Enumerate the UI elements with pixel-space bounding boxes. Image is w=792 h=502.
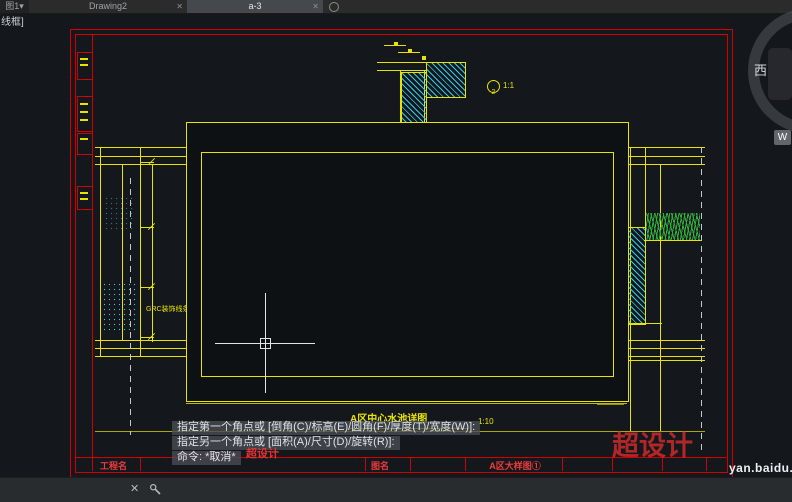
customize-icon[interactable] xyxy=(149,483,162,496)
cad-line xyxy=(627,356,705,357)
tab-drawing2[interactable]: Drawing2 ✕ xyxy=(29,0,188,13)
dim-tick xyxy=(422,56,426,60)
titleblock-divider xyxy=(706,458,707,471)
concrete-hatch xyxy=(104,196,136,232)
strip-mark xyxy=(80,192,88,194)
command-history-line: 命令: *取消* xyxy=(172,451,241,465)
detail-scale: 1:1 xyxy=(503,81,515,90)
compass-watermark: 西 xyxy=(754,63,768,78)
cad-line xyxy=(660,164,661,431)
command-history: 指定第一个角点或 [倒角(C)/标高(E)/圆角(F)/厚度(T)/宽度(W)]… xyxy=(172,421,481,466)
planting-symbol xyxy=(646,213,700,240)
cad-line xyxy=(644,240,702,241)
dim-line xyxy=(140,227,154,228)
command-history-line: 指定第一个角点或 [倒角(C)/标高(E)/圆角(F)/厚度(T)/宽度(W)]… xyxy=(172,421,481,435)
stamp-watermark-large: 超设计 xyxy=(612,431,693,461)
tab-label: a-3 xyxy=(248,1,262,11)
dim-line xyxy=(384,45,406,46)
cad-line xyxy=(627,348,705,349)
strip-mark xyxy=(80,64,88,66)
strip-mark xyxy=(80,58,88,60)
titleblock-divider xyxy=(140,458,141,471)
centerline xyxy=(130,178,131,435)
w-badge-watermark: W xyxy=(774,130,791,145)
concrete-hatch xyxy=(102,282,138,334)
titleblock-sheet-name: A区大样图① xyxy=(489,461,541,471)
cad-line xyxy=(627,340,705,341)
strip-box xyxy=(77,133,93,155)
dim-chain xyxy=(152,164,153,342)
tab-overflow[interactable]: 图1▾ xyxy=(0,0,29,13)
drawing-scale: 1:10 xyxy=(478,417,494,426)
add-tab-icon[interactable] xyxy=(329,2,339,12)
strip-mark xyxy=(80,198,88,200)
cad-application-window: 图1▾ Drawing2 ✕ a-3 ✕ 线框] 2 1:1 GRC装饰线条 A… xyxy=(0,0,792,502)
cad-line xyxy=(377,62,431,63)
strip-mark xyxy=(80,111,88,113)
wall-hatch xyxy=(401,72,427,124)
command-bar: ✕ ❯ ▾ xyxy=(0,477,792,502)
close-icon[interactable]: ✕ xyxy=(312,0,319,13)
tab-overflow-label: 图1 xyxy=(5,1,20,11)
logo-watermark-glyph xyxy=(768,48,792,100)
dim-line xyxy=(140,162,154,163)
strip-mark xyxy=(80,138,88,140)
strip-mark xyxy=(80,119,88,121)
close-icon[interactable]: ✕ xyxy=(176,0,183,13)
tab-a3-active[interactable]: a-3 ✕ xyxy=(187,0,323,13)
file-tab-bar: 图1▾ Drawing2 ✕ a-3 ✕ xyxy=(0,0,792,14)
stamp-watermark-small: 超设计 xyxy=(246,448,279,460)
strip-mark xyxy=(80,103,88,105)
pickbox xyxy=(260,338,271,349)
command-history-line: 指定另一个角点或 [面积(A)/尺寸(D)/旋转(R)]: xyxy=(172,436,400,450)
cad-line xyxy=(627,360,705,361)
centerline xyxy=(701,147,702,455)
tab-label: Drawing2 xyxy=(88,1,128,11)
dim-line xyxy=(140,337,154,338)
cad-line xyxy=(377,70,427,71)
cad-line xyxy=(100,147,101,357)
note-stub xyxy=(597,404,624,405)
drawing-canvas[interactable]: 2 1:1 GRC装饰线条 A区中心水池详图 1:10 工程名 图名 A区大样图… xyxy=(0,13,792,478)
titleblock-divider xyxy=(562,458,563,471)
detail-marker-circle: 2 xyxy=(487,80,500,96)
close-commandline-icon[interactable]: ✕ xyxy=(130,483,139,496)
cad-line xyxy=(140,147,141,357)
chevron-down-icon: ▾ xyxy=(19,1,24,11)
cad-line xyxy=(186,403,627,404)
cad-line xyxy=(627,156,705,157)
url-watermark: yan.baidu.c xyxy=(729,461,792,475)
grc-note-label: GRC装饰线条 xyxy=(146,306,190,313)
dim-line xyxy=(140,287,154,288)
wall-hatch xyxy=(426,62,466,98)
cad-line xyxy=(627,147,705,148)
cad-line xyxy=(627,164,705,165)
strip-box xyxy=(77,52,93,80)
dim-line xyxy=(398,52,420,53)
strip-box xyxy=(77,96,93,132)
titleblock-project-label: 工程名 xyxy=(100,461,128,471)
detail-number: 2 xyxy=(491,89,496,96)
